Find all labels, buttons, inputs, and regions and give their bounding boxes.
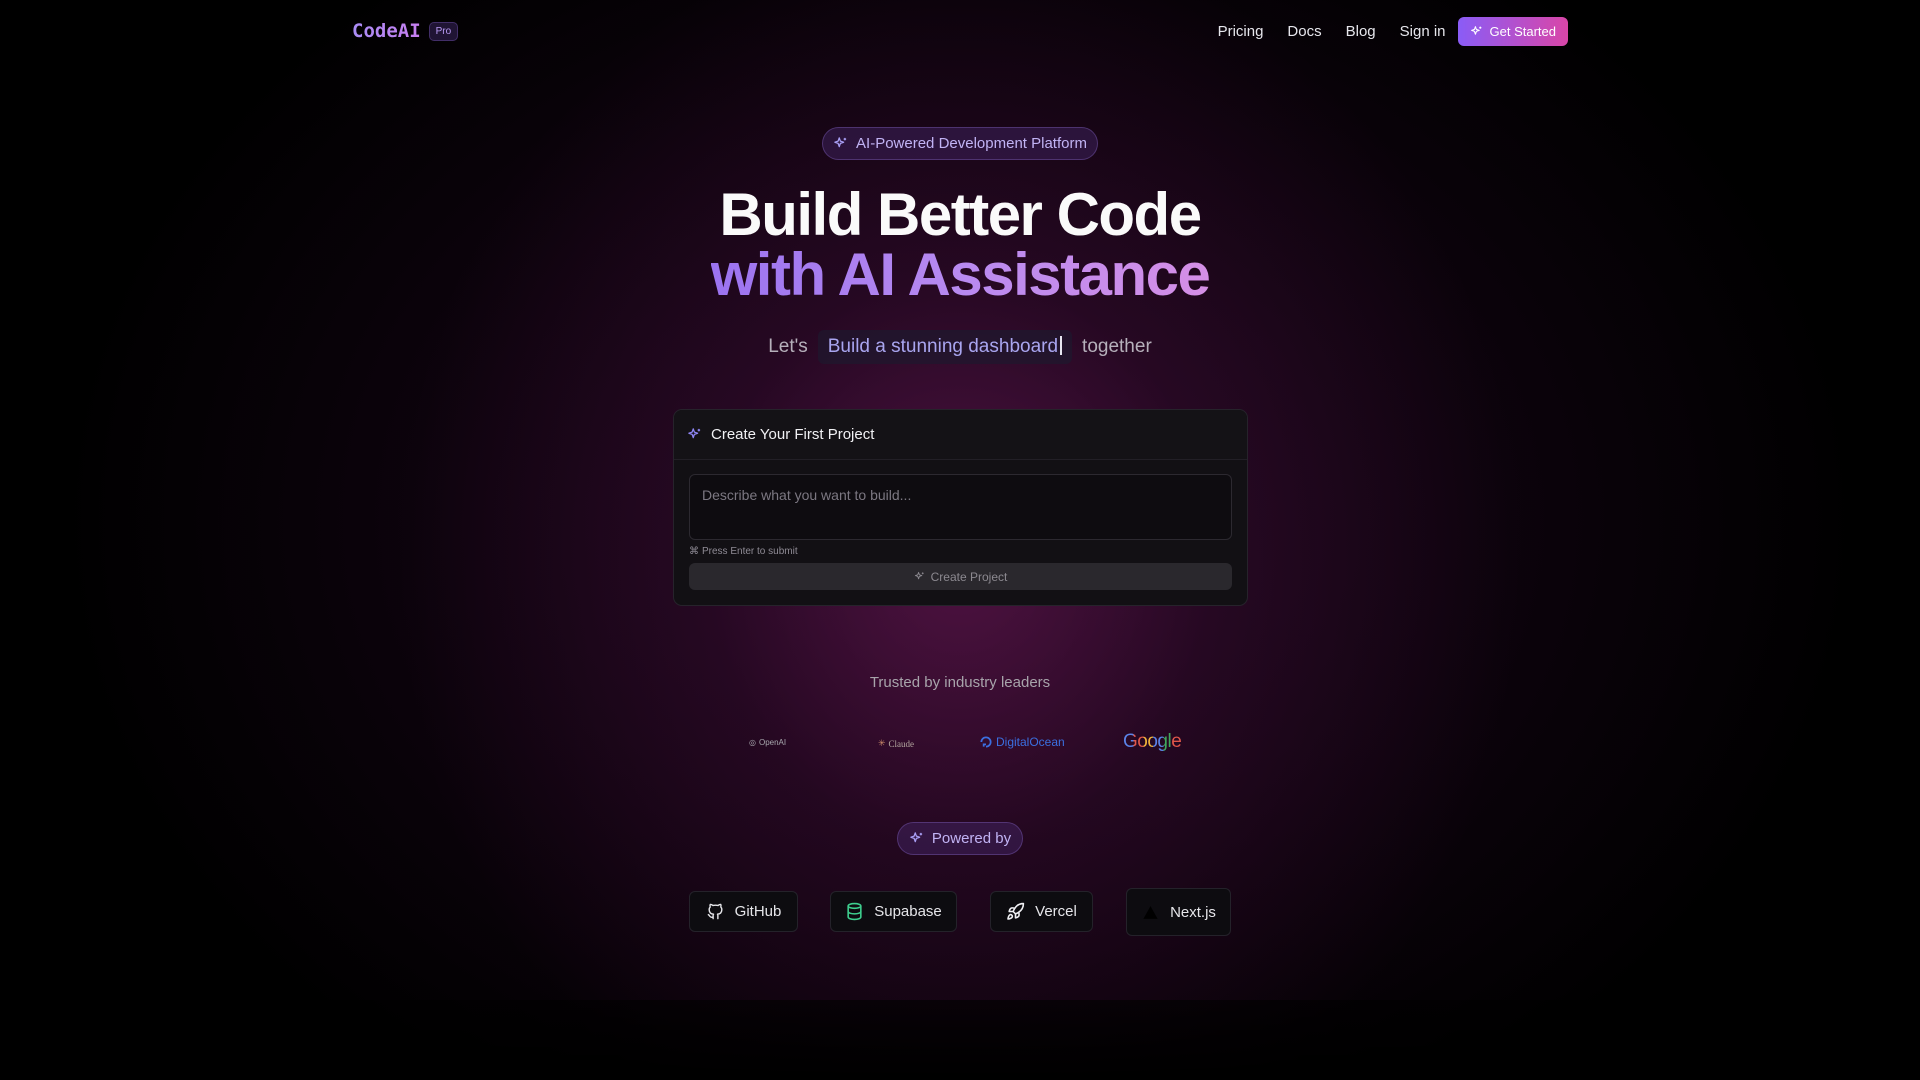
nav-link-blog[interactable]: Blog bbox=[1346, 23, 1376, 40]
tagline-typed-value: Build a stunning dashboard bbox=[827, 336, 1059, 357]
tech-nextjs[interactable]: Next.js bbox=[1126, 888, 1231, 936]
hero-title-gradient: with AI Assistance bbox=[710, 241, 1211, 308]
nav-links: Pricing Docs Blog Sign in Get Started bbox=[1218, 17, 1568, 46]
submit-hint-text: Press Enter to submit bbox=[702, 546, 798, 557]
tech-github-label: GitHub bbox=[734, 903, 782, 920]
rocket-icon bbox=[1007, 902, 1025, 920]
typing-caret bbox=[1060, 336, 1063, 355]
powered-by-pill: Powered by bbox=[897, 822, 1023, 855]
get-started-label: Get Started bbox=[1489, 24, 1556, 39]
tech-github[interactable]: GitHub bbox=[689, 891, 798, 932]
sparkles-icon bbox=[834, 137, 847, 148]
powered-by-label: Powered by bbox=[931, 830, 1012, 847]
openai-mark-icon: ◎ bbox=[749, 738, 756, 747]
nav-link-docs[interactable]: Docs bbox=[1287, 23, 1321, 40]
sparkles-icon bbox=[1470, 26, 1481, 35]
openai-logo: ◎ OpenAI bbox=[749, 738, 786, 747]
openai-logo-text: OpenAI bbox=[758, 738, 787, 747]
platform-pill: AI-Powered Development Platform bbox=[822, 127, 1098, 160]
tech-supabase[interactable]: Supabase bbox=[830, 891, 957, 932]
card-header: Create Your First Project bbox=[674, 410, 1247, 460]
claude-mark-icon: ✳ bbox=[878, 738, 886, 748]
claude-logo-text: Claude bbox=[888, 738, 915, 749]
tagline-suffix: together bbox=[1082, 336, 1152, 357]
nav-link-pricing[interactable]: Pricing bbox=[1218, 23, 1264, 40]
sparkles-icon bbox=[910, 832, 923, 843]
hero-tagline: Let's Build a stunning dashboard togethe… bbox=[0, 330, 1920, 364]
brand[interactable]: CodeAI Pro bbox=[352, 20, 459, 42]
sparkles-icon bbox=[914, 571, 924, 580]
command-key-icon: ⌘ bbox=[689, 546, 699, 557]
digitalocean-logo: DigitalOcean bbox=[979, 735, 1065, 749]
card-title: Create Your First Project bbox=[711, 426, 875, 443]
github-icon bbox=[707, 903, 723, 920]
google-logo: Google bbox=[1123, 731, 1182, 753]
trusted-label: Trusted by industry leaders bbox=[869, 674, 1051, 691]
sparkles-icon bbox=[688, 428, 701, 439]
create-project-label: Create Project bbox=[930, 569, 1008, 584]
create-project-button[interactable]: Create Project bbox=[689, 563, 1232, 590]
tagline-typed-text: Build a stunning dashboard bbox=[817, 330, 1073, 364]
top-nav: CodeAI Pro Pricing Docs Blog Sign in Get… bbox=[0, 0, 1920, 64]
tech-supabase-label: Supabase bbox=[874, 903, 942, 920]
platform-pill-label: AI-Powered Development Platform bbox=[856, 135, 1087, 152]
hero-title-line-2: with AI Assistance bbox=[0, 240, 1920, 309]
triangle-icon bbox=[1143, 905, 1158, 919]
database-icon bbox=[847, 902, 862, 921]
tech-nextjs-label: Next.js bbox=[1170, 903, 1216, 921]
project-description-input[interactable] bbox=[689, 474, 1232, 540]
submit-hint: ⌘ Press Enter to submit bbox=[689, 546, 798, 557]
google-logo-text: Google bbox=[1123, 731, 1182, 752]
create-project-card: Create Your First Project ⌘ Press Enter … bbox=[673, 409, 1248, 606]
digitalocean-logo-text: DigitalOcean bbox=[996, 735, 1065, 749]
brand-name: CodeAI bbox=[352, 20, 421, 42]
nav-link-sign-in[interactable]: Sign in bbox=[1400, 23, 1446, 40]
hero-title-line-1: Build Better Code bbox=[719, 181, 1202, 248]
tech-vercel[interactable]: Vercel bbox=[990, 891, 1093, 932]
tech-vercel-label: Vercel bbox=[1035, 903, 1077, 920]
partner-logos: ◎ OpenAI ✳ Claude DigitalOcean Google bbox=[0, 731, 1920, 755]
tagline-prefix: Let's bbox=[768, 336, 808, 357]
digitalocean-mark-icon bbox=[980, 736, 992, 748]
claude-logo: ✳ Claude bbox=[878, 738, 914, 749]
get-started-button[interactable]: Get Started bbox=[1457, 17, 1568, 46]
pro-badge: Pro bbox=[428, 21, 459, 41]
landing-page: CodeAI Pro Pricing Docs Blog Sign in Get… bbox=[0, 0, 1920, 1080]
